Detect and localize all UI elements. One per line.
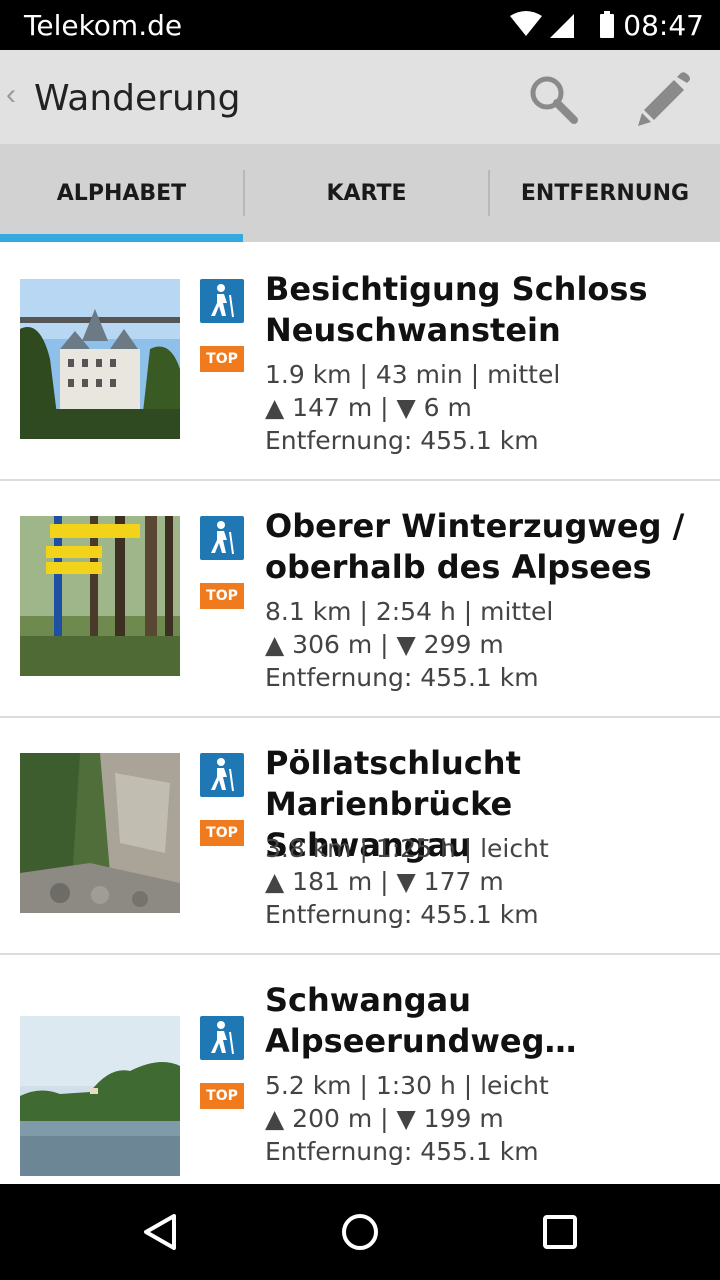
hiking-icon — [200, 1016, 244, 1060]
back-nav-icon[interactable] — [140, 1212, 180, 1252]
list-item[interactable]: TOP Pöllatschlucht Marienbrücke Schwanga… — [0, 718, 720, 955]
route-elevation: ▲ 147 m | ▼ 6 m — [265, 393, 472, 422]
route-distance: Entfernung: 455.1 km — [265, 663, 539, 692]
hiking-icon — [200, 753, 244, 797]
route-title-line1: Besichtigung Schloss — [265, 270, 648, 308]
route-photo — [20, 753, 180, 913]
route-stats: 5.2 km | 1:30 h | leicht — [265, 1071, 549, 1100]
tab-karte[interactable]: KARTE — [245, 144, 488, 242]
hiking-icon — [200, 279, 244, 323]
battery-icon — [600, 14, 614, 38]
route-photo — [20, 516, 180, 676]
back-icon[interactable]: ‹ — [6, 78, 16, 112]
page-title: Wanderung — [34, 78, 241, 119]
route-photo — [20, 279, 180, 439]
route-title-line2: oberhalb des Alpsees — [265, 548, 652, 586]
tab-bar: ALPHABET KARTE ENTFERNUNG — [0, 144, 720, 242]
route-list[interactable]: TOP Besichtigung Schloss Neuschwanstein … — [0, 244, 720, 1184]
wifi-icon — [510, 11, 542, 36]
status-bar: Telekom.de 08:47 — [0, 0, 720, 50]
clock: 08:47 — [623, 9, 704, 42]
route-stats: 8.1 km | 2:54 h | mittel — [265, 597, 554, 626]
signal-icon — [550, 14, 574, 38]
tab-selected-indicator — [0, 234, 243, 242]
list-item[interactable]: TOP Besichtigung Schloss Neuschwanstein … — [0, 244, 720, 481]
route-distance: Entfernung: 455.1 km — [265, 900, 539, 929]
route-elevation: ▲ 306 m | ▼ 299 m — [265, 630, 504, 659]
top-badge: TOP — [200, 346, 244, 372]
route-title-line1: Schwangau — [265, 981, 472, 1019]
route-distance: Entfernung: 455.1 km — [265, 1137, 539, 1166]
tab-entfernung[interactable]: ENTFERNUNG — [490, 144, 720, 242]
pencil-icon[interactable] — [634, 68, 694, 128]
app-bar: ‹ Wanderung — [0, 50, 720, 144]
top-badge: TOP — [200, 1083, 244, 1109]
recents-nav-icon[interactable] — [542, 1214, 578, 1250]
top-badge: TOP — [200, 583, 244, 609]
hiking-icon — [200, 516, 244, 560]
home-nav-icon[interactable] — [340, 1212, 380, 1252]
carrier-name: Telekom.de — [24, 9, 183, 42]
route-stats: 1.9 km | 43 min | mittel — [265, 360, 561, 389]
route-elevation: ▲ 181 m | ▼ 177 m — [265, 867, 504, 896]
list-item[interactable]: TOP Oberer Winterzugweg / oberhalb des A… — [0, 481, 720, 718]
route-title-line1: Pöllatschlucht — [265, 744, 521, 782]
route-title-line2: Neuschwanstein — [265, 311, 561, 349]
route-elevation: ▲ 200 m | ▼ 199 m — [265, 1104, 504, 1133]
status-icons — [510, 11, 614, 38]
search-icon[interactable] — [526, 72, 578, 124]
route-distance: Entfernung: 455.1 km — [265, 426, 539, 455]
tab-alphabet[interactable]: ALPHABET — [0, 144, 243, 242]
route-title-line1: Oberer Winterzugweg / — [265, 507, 685, 545]
route-title-line2: Alpseerundweg… — [265, 1022, 577, 1060]
route-stats: 3.8 km | 1:25 h | leicht — [265, 834, 549, 863]
top-badge: TOP — [200, 820, 244, 846]
system-nav-bar — [0, 1184, 720, 1280]
list-item[interactable]: TOP Schwangau Alpseerundweg… 5.2 km | 1:… — [0, 955, 720, 1184]
route-photo — [20, 1016, 180, 1176]
